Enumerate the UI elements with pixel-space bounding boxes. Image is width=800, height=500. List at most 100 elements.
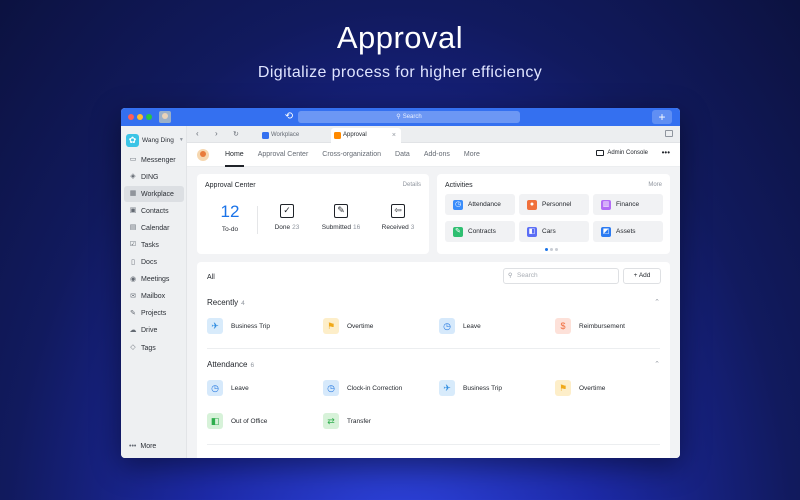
create-button[interactable]: + — [652, 110, 672, 124]
divider — [257, 206, 258, 234]
sidebar-item-label: Mailbox — [141, 293, 166, 301]
monitor-icon — [596, 150, 605, 156]
approval-item-leave[interactable]: ◷ Leave — [207, 380, 249, 396]
plane-icon: ✈ — [439, 380, 455, 396]
received-stat[interactable]: ⇦ Received 3 — [373, 202, 423, 231]
subnav-home[interactable]: Home — [225, 143, 244, 167]
tasks-icon: ☑ — [129, 241, 137, 249]
activity-label: Finance — [616, 201, 640, 208]
details-link[interactable]: Details — [403, 182, 421, 188]
approval-item-label: Overtime — [579, 384, 606, 392]
add-approval-button[interactable]: + Add — [623, 268, 661, 284]
grid-icon: ▦ — [129, 190, 137, 198]
sidebar-item-contacts[interactable]: ▣ Contacts — [124, 203, 184, 219]
approval-item-business-trip[interactable]: ✈ Business Trip — [439, 380, 502, 396]
clock-icon: ◷ — [439, 318, 455, 334]
tab-approval[interactable]: Approval × — [331, 128, 401, 143]
approval-item-leave[interactable]: ◷ Leave — [439, 318, 481, 334]
sidebar-item-mailbox[interactable]: ✉ Mailbox — [124, 289, 184, 305]
collapse-chevron-icon[interactable]: ⌃ — [654, 360, 660, 368]
subnav-cross-organization[interactable]: Cross-organization — [322, 143, 381, 167]
approval-item-label: Clock-in Correction — [347, 384, 403, 392]
tab-bar: ‹ › ↻ Workplace Approval × — [187, 126, 680, 143]
admin-console-button[interactable]: Admin Console — [596, 150, 648, 156]
subnav-add-ons[interactable]: Add-ons — [424, 143, 450, 167]
approval-item-overtime[interactable]: ⚑ Overtime — [323, 318, 373, 334]
forward-arrow-icon[interactable]: › — [215, 129, 218, 138]
approval-item-out-of-office[interactable]: ◧ Out of Office — [207, 413, 267, 429]
sidebar-item-projects[interactable]: ✎ Projects — [124, 306, 184, 322]
tab-workplace[interactable]: Workplace — [259, 128, 329, 143]
user-name: Wang Ding — [142, 136, 174, 144]
sidebar: Wang Ding ▼ ▭ Messenger ◈ DING ▦ Workplace ▣ Co… — [121, 126, 187, 458]
activities-pager[interactable] — [545, 248, 560, 251]
activity-assets[interactable]: ◩ Assets — [593, 221, 663, 242]
submitted-doc-icon: ✎ — [334, 204, 348, 218]
subnav-approval-center[interactable]: Approval Center — [258, 143, 309, 167]
clock-icon: ◷ — [453, 199, 463, 210]
approval-search-input[interactable]: ⚲ Search — [503, 268, 619, 284]
activity-personnel[interactable]: ● Personnel — [519, 194, 589, 215]
approval-item-transfer[interactable]: ⇄ Transfer — [323, 413, 371, 429]
maximize-window-button[interactable] — [146, 114, 152, 120]
global-search-placeholder: Search — [402, 114, 422, 120]
collapse-chevron-icon[interactable]: ⌃ — [654, 298, 660, 306]
global-search-input[interactable]: ⚲ Search — [298, 111, 520, 123]
activity-contracts[interactable]: ✎ Contracts — [445, 221, 515, 242]
done-doc-icon: ✓ — [280, 204, 294, 218]
sidebar-more[interactable]: ••• More — [129, 443, 156, 450]
refresh-icon[interactable]: ↻ — [233, 130, 239, 138]
user-switcher[interactable]: Wang Ding ▼ — [126, 133, 184, 147]
subnav-data[interactable]: Data — [395, 143, 410, 167]
section-header-recently: Recently 4 — [207, 298, 245, 307]
sidebar-item-meetings[interactable]: ◉ Meetings — [124, 272, 184, 288]
activity-label: Cars — [542, 228, 556, 235]
sidebar-item-ding[interactable]: ◈ DING — [124, 169, 184, 185]
history-icon[interactable]: ⟲ — [283, 111, 295, 123]
close-window-button[interactable] — [128, 114, 134, 120]
close-tab-icon[interactable]: × — [392, 128, 396, 143]
overtime-icon: ⚑ — [323, 318, 339, 334]
approval-item-reimbursement[interactable]: $ Reimbursement — [555, 318, 625, 334]
sidebar-item-tags[interactable]: ◇ Tags — [124, 340, 184, 356]
sidebar-item-messenger[interactable]: ▭ Messenger — [124, 152, 184, 168]
more-options-icon[interactable]: ••• — [662, 148, 670, 157]
sidebar-item-workplace[interactable]: ▦ Workplace — [124, 186, 184, 203]
search-icon: ⚲ — [396, 114, 401, 120]
new-window-icon[interactable] — [665, 130, 673, 137]
done-label: Done — [274, 224, 291, 231]
approval-item-clock-in-correction[interactable]: ◷ Clock-in Correction — [323, 380, 402, 396]
minimize-window-button[interactable] — [137, 114, 143, 120]
received-doc-icon: ⇦ — [391, 204, 405, 218]
activity-attendance[interactable]: ◷ Attendance — [445, 194, 515, 215]
activity-finance[interactable]: ▥ Finance — [593, 194, 663, 215]
activity-label: Attendance — [468, 201, 501, 208]
sidebar-item-drive[interactable]: ☁ Drive — [124, 323, 184, 339]
todo-stat[interactable]: 12 To-do — [211, 202, 249, 233]
sidebar-item-docs[interactable]: ▯ Docs — [124, 255, 184, 271]
sidebar-item-label: Drive — [141, 327, 158, 335]
approval-item-overtime[interactable]: ⚑ Overtime — [555, 380, 605, 396]
todo-label: To-do — [221, 226, 239, 233]
activities-more-link[interactable]: More — [648, 182, 662, 188]
submitted-stat[interactable]: ✎ Submitted 16 — [315, 202, 367, 231]
sidebar-item-calendar[interactable]: ▤ Calendar — [124, 220, 184, 236]
back-arrow-icon[interactable]: ‹ — [196, 129, 199, 138]
approval-center-title: Approval Center — [205, 182, 256, 189]
sidebar-item-tasks[interactable]: ☑ Tasks — [124, 237, 184, 253]
activity-cars[interactable]: ◧ Cars — [519, 221, 589, 242]
sidebar-item-label: Contacts — [141, 207, 169, 215]
message-icon: ▭ — [129, 156, 137, 163]
sidebar-item-label: Tags — [141, 344, 156, 352]
sidebar-item-label: Projects — [141, 310, 167, 318]
profile-avatar[interactable] — [159, 111, 171, 123]
approval-item-label: Leave — [231, 384, 249, 392]
approval-item-business-trip[interactable]: ✈ Business Trip — [207, 318, 270, 334]
sidebar-nav: ▭ Messenger ◈ DING ▦ Workplace ▣ Contacts ▤ Calen… — [124, 152, 184, 357]
clock-icon: ◷ — [207, 380, 223, 396]
subnav-more[interactable]: More — [464, 143, 480, 167]
search-icon: ⚲ — [508, 273, 513, 279]
approval-item-label: Business Trip — [231, 322, 271, 330]
approval-item-label: Reimbursement — [579, 322, 625, 330]
done-stat[interactable]: ✓ Done 23 — [267, 202, 307, 231]
